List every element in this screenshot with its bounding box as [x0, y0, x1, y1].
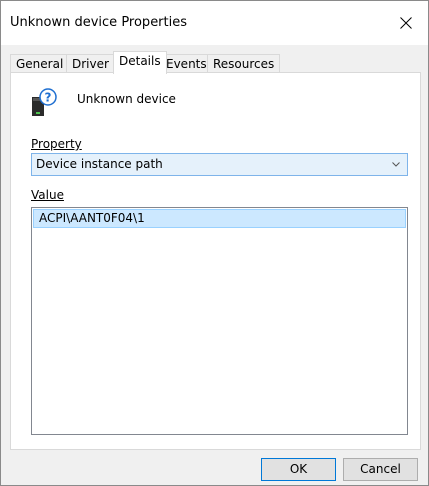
tab-strip: General Driver Details Events Resources [10, 51, 422, 74]
properties-dialog: Unknown device Properties General Driver… [0, 0, 429, 486]
tab-general[interactable]: General [10, 54, 70, 74]
property-label-text: Property [31, 137, 82, 151]
value-listbox[interactable]: ACPI\AANT0F04\1 [31, 207, 408, 435]
device-name: Unknown device [77, 92, 176, 106]
close-button[interactable] [384, 1, 428, 45]
close-icon [400, 17, 412, 29]
tab-driver[interactable]: Driver [66, 54, 115, 74]
unknown-device-icon: ? [32, 88, 57, 116]
tab-events[interactable]: Events [160, 54, 213, 74]
cancel-button[interactable]: Cancel [343, 458, 418, 481]
value-label: Value [31, 188, 64, 202]
chevron-down-icon [392, 154, 400, 175]
property-selected-value: Device instance path [36, 157, 163, 171]
tab-details[interactable]: Details [113, 51, 167, 74]
property-dropdown[interactable]: Device instance path [31, 153, 408, 176]
value-label-text: Value [31, 188, 64, 202]
property-label: Property [31, 137, 82, 151]
ok-button[interactable]: OK [261, 458, 336, 481]
svg-text:?: ? [45, 91, 52, 105]
title-bar: Unknown device Properties [1, 1, 428, 45]
list-item[interactable]: ACPI\AANT0F04\1 [33, 209, 406, 228]
window-title: Unknown device Properties [10, 15, 188, 30]
tab-resources[interactable]: Resources [207, 54, 281, 74]
